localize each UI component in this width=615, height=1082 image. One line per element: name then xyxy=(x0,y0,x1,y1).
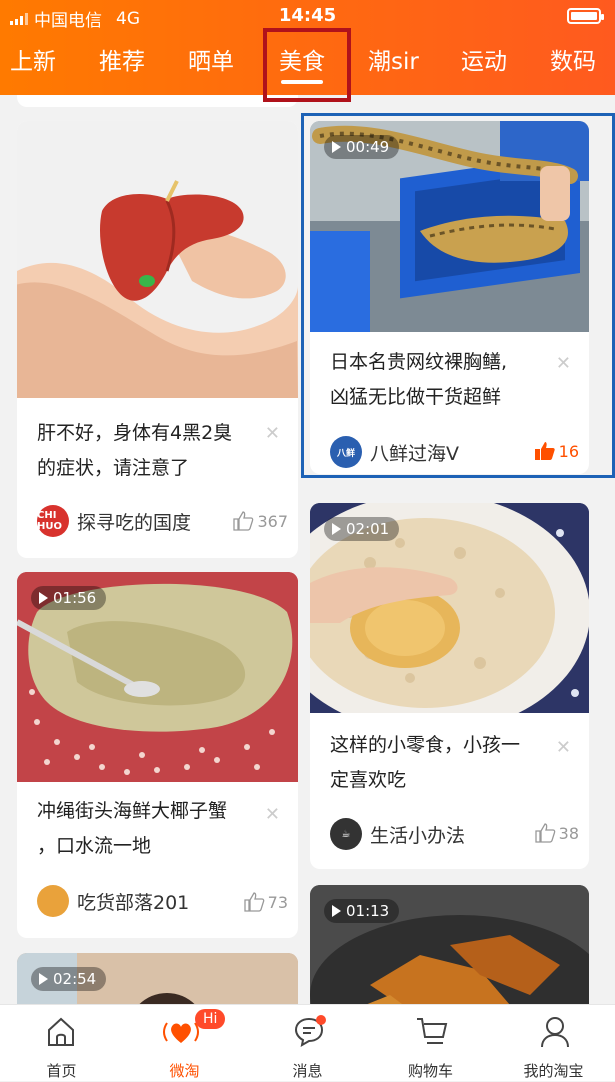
author-avatar: ☕ xyxy=(330,818,362,850)
dismiss-icon[interactable]: ✕ xyxy=(556,737,571,758)
tab-showcase[interactable]: 晒单 xyxy=(188,42,234,76)
feed-card[interactable]: 02:01 这样的小零食，小孩一 定喜欢吃 ✕ ☕ 生活小办法 38 xyxy=(310,503,589,869)
feed-card[interactable]: 01:56 冲绳街头海鲜大椰子蟹 ，口水流一地 ✕ 吃货部落201 73 xyxy=(17,572,298,938)
duration-text: 02:01 xyxy=(346,520,390,538)
battery-icon xyxy=(567,8,604,24)
card-thumbnail xyxy=(17,121,298,398)
nav-cart[interactable]: 购物车 xyxy=(369,1005,492,1082)
tab-sports[interactable]: 运动 xyxy=(461,42,507,76)
nav-label: 购物车 xyxy=(407,1062,453,1080)
play-icon xyxy=(332,523,341,535)
card-thumbnail: 02:01 xyxy=(310,503,589,713)
author-avatar xyxy=(37,885,69,917)
liver-in-hand-image xyxy=(17,180,298,398)
play-icon xyxy=(332,905,341,917)
home-icon xyxy=(48,1017,74,1046)
card-thumbnail: 01:56 xyxy=(17,572,298,782)
author-name: 生活小办法 xyxy=(370,824,466,847)
nav-weitao[interactable]: Hi 微淘 xyxy=(123,1005,246,1082)
duration-text: 01:13 xyxy=(346,902,390,920)
nav-label: 微淘 xyxy=(169,1062,200,1080)
card-title-line: 这样的小零食，小孩一 xyxy=(330,734,521,756)
nav-messages[interactable]: 消息 xyxy=(246,1005,369,1082)
thumbs-up-icon xyxy=(534,823,555,843)
like-button[interactable]: 73 xyxy=(243,892,288,912)
author-avatar: CHI HUO xyxy=(37,505,69,537)
bottom-nav: 首页 Hi 微淘 消息 购物车 我的淘宝 xyxy=(0,1004,615,1081)
nav-label: 我的淘宝 xyxy=(523,1062,584,1080)
highlight-box-card xyxy=(301,113,615,478)
feed-card[interactable]: 肝不好，身体有4黑2臭 的症状，请注意了 ✕ CHI HUO 探寻吃的国度 36… xyxy=(17,121,298,558)
person-icon xyxy=(541,1017,569,1048)
card-author[interactable]: 吃货部落201 xyxy=(37,885,189,917)
nav-label: 消息 xyxy=(292,1062,323,1080)
like-count: 38 xyxy=(558,823,579,843)
like-button[interactable]: 38 xyxy=(534,823,579,843)
tab-new[interactable]: 上新 xyxy=(10,42,56,76)
play-icon xyxy=(39,592,48,604)
clock: 14:45 xyxy=(278,5,337,26)
card-title-line: ，口水流一地 xyxy=(37,835,152,857)
card-title[interactable]: 肝不好，身体有4黑2臭 的症状，请注意了 xyxy=(37,416,258,486)
card-title-line: 冲绳街头海鲜大椰子蟹 xyxy=(37,800,228,822)
card-title-line: 肝不好，身体有4黑2臭 xyxy=(37,422,233,444)
like-button[interactable]: 367 xyxy=(232,511,288,531)
video-duration: 02:01 xyxy=(324,517,400,541)
nav-label: 首页 xyxy=(46,1062,77,1080)
tab-recommend[interactable]: 推荐 xyxy=(99,42,145,76)
duration-text: 01:56 xyxy=(53,589,97,607)
thumbs-up-icon xyxy=(243,892,264,912)
tab-trend[interactable]: 潮sir xyxy=(368,42,419,76)
duration-text: 02:54 xyxy=(53,970,97,988)
dismiss-icon[interactable]: ✕ xyxy=(265,804,280,825)
card-author[interactable]: CHI HUO 探寻吃的国度 xyxy=(37,505,191,537)
card-title-line: 的症状，请注意了 xyxy=(37,457,190,479)
play-icon xyxy=(39,973,48,985)
like-count: 367 xyxy=(257,511,288,531)
like-count: 73 xyxy=(267,892,288,912)
thumbs-up-icon xyxy=(233,511,254,531)
tab-digital[interactable]: 数码 xyxy=(550,42,596,76)
nav-badge: Hi xyxy=(195,1009,226,1029)
highlight-box-active-tab xyxy=(263,28,351,102)
video-duration: 02:54 xyxy=(31,967,107,991)
card-title[interactable]: 这样的小零食，小孩一 定喜欢吃 xyxy=(330,728,549,798)
author-name: 吃货部落201 xyxy=(77,891,190,914)
nav-home[interactable]: 首页 xyxy=(0,1005,123,1082)
prev-card-edge xyxy=(17,95,298,107)
author-name: 探寻吃的国度 xyxy=(77,511,192,534)
dismiss-icon[interactable]: ✕ xyxy=(265,423,280,444)
card-title-line: 定喜欢吃 xyxy=(330,769,407,791)
card-title[interactable]: 冲绳街头海鲜大椰子蟹 ，口水流一地 xyxy=(37,794,258,864)
video-duration: 01:13 xyxy=(324,899,400,923)
cart-icon xyxy=(417,1018,448,1044)
video-duration: 01:56 xyxy=(31,586,107,610)
chat-bubble-icon xyxy=(294,1015,326,1047)
card-author[interactable]: ☕ 生活小办法 xyxy=(330,818,465,850)
nav-my-taobao[interactable]: 我的淘宝 xyxy=(492,1005,615,1082)
